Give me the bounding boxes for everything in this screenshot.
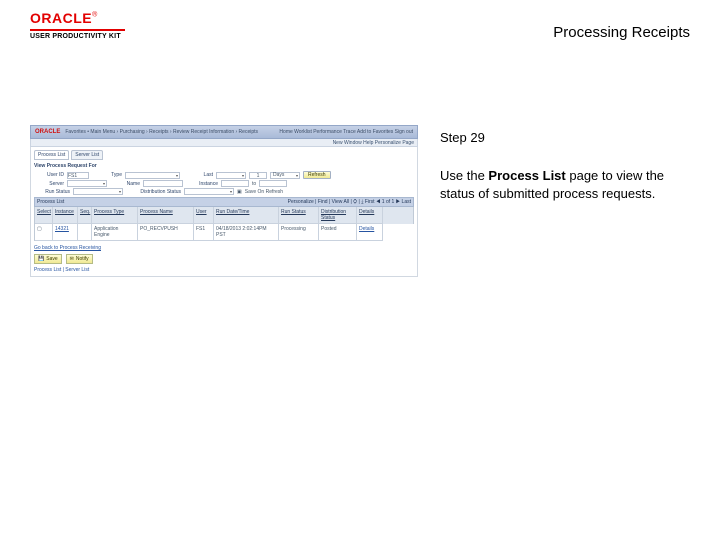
app-logo: ORACLE <box>35 129 60 135</box>
type-label: Type <box>92 172 122 178</box>
step-description: Use the Process List page to view the st… <box>440 167 690 202</box>
brand-sub: USER PRODUCTIVITY KIT <box>30 33 125 40</box>
brand-text: ORACLE <box>30 10 92 26</box>
server-select[interactable] <box>67 180 107 187</box>
save-refresh-checkbox[interactable]: ▣ <box>237 189 242 195</box>
row-select-checkbox[interactable]: ▢ <box>35 224 53 241</box>
run-status-label: Run Status <box>34 189 70 195</box>
name-label: Name <box>110 181 140 187</box>
oracle-logo: ORACLE® USER PRODUCTIVITY KIT <box>30 10 125 40</box>
unit-select[interactable]: Days <box>270 172 300 179</box>
dist-status-label: Distribution Status <box>126 189 181 195</box>
breadcrumb: Favorites • Main Menu › Purchasing › Rec… <box>65 129 258 135</box>
grid-tools[interactable]: Personalize | Find | View All | ⛭ | ⤓ Fi… <box>288 199 411 205</box>
step-label: Step 29 <box>440 130 690 145</box>
save-button[interactable]: 💾 Save <box>34 254 62 264</box>
app-topbar: ORACLE Favorites • Main Menu › Purchasin… <box>30 125 418 139</box>
section-header: View Process Request For <box>34 163 414 169</box>
user-id-input[interactable]: FS1 <box>67 172 89 179</box>
type-select[interactable] <box>125 172 180 179</box>
instance-from-input[interactable] <box>221 180 249 187</box>
user-id-label: User ID <box>34 172 64 178</box>
dist-status-select[interactable] <box>184 188 234 195</box>
go-back-link[interactable]: Go back to Process Receiving <box>34 245 414 251</box>
notify-button[interactable]: ✉ Notify <box>66 254 93 264</box>
server-label: Server <box>34 181 64 187</box>
instance-to-input[interactable] <box>259 180 287 187</box>
run-status-select[interactable] <box>73 188 123 195</box>
refresh-button[interactable]: Refresh <box>303 171 331 179</box>
top-links: Home Worklist Performance Trace Add to F… <box>279 129 413 135</box>
window-links: New Window Help Personalize Page <box>30 139 418 147</box>
instance-link[interactable]: 14321 <box>53 224 78 241</box>
grid-header-row: Select Instance Seq. Process Type Proces… <box>34 207 414 224</box>
grid-title: Process List <box>37 199 64 205</box>
app-screenshot: ORACLE Favorites • Main Menu › Purchasin… <box>30 125 418 277</box>
details-link[interactable]: Details <box>357 224 383 241</box>
last-count-input[interactable]: 1 <box>249 172 267 179</box>
page-title: Processing Receipts <box>553 24 690 41</box>
tab-process-list[interactable]: Process List <box>34 150 69 160</box>
tab-server-list[interactable]: Server List <box>71 150 103 160</box>
footer-tab-links[interactable]: Process List | Server List <box>34 267 414 273</box>
last-label: Last <box>183 172 213 178</box>
last-select[interactable] <box>216 172 246 179</box>
name-input[interactable] <box>143 180 183 187</box>
instance-label: Instance <box>186 181 218 187</box>
table-row: ▢ 14321 Application Engine PO_RECVPUSH F… <box>34 224 414 241</box>
to-label: to <box>252 181 256 187</box>
save-refresh-label: Save On Refresh <box>245 189 283 195</box>
